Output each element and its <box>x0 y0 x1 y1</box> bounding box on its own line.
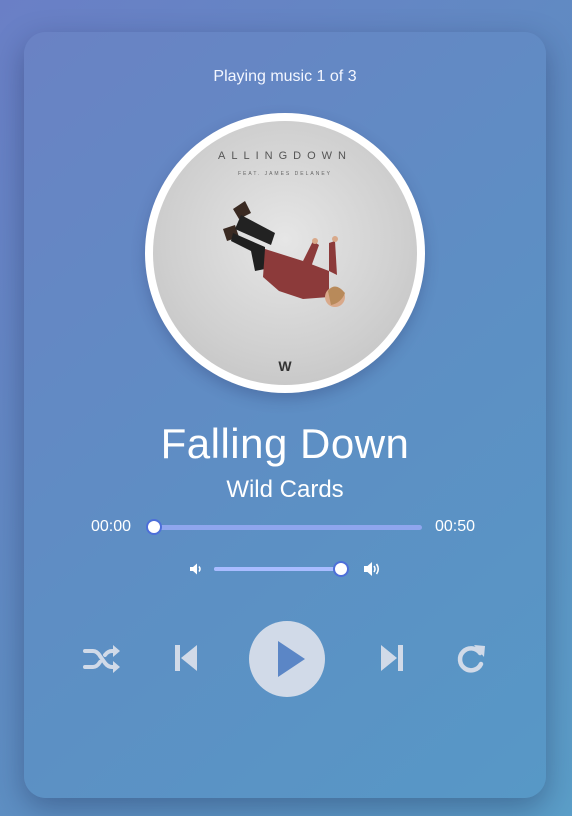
shuffle-icon <box>83 645 120 673</box>
track-duration: 00:50 <box>435 518 476 535</box>
falling-figure-illustration <box>223 201 345 307</box>
track-title: Falling Down <box>160 420 410 467</box>
volume-fill <box>214 567 342 571</box>
volume-low-icon[interactable] <box>188 561 204 577</box>
cover-logo: W <box>278 358 292 374</box>
cover-title-text: ALLINGDOWN <box>218 150 352 162</box>
cover-subtitle-text: FEAT. JAMES DELANEY <box>238 171 332 177</box>
album-cover-frame: ALLINGDOWN FEAT. JAMES DELANEY W <box>145 113 425 393</box>
play-button[interactable] <box>249 621 325 697</box>
volume-high-icon[interactable] <box>362 559 382 579</box>
play-icon <box>278 641 305 677</box>
progress-bar[interactable] <box>148 521 422 533</box>
music-player-card: Playing music 1 of 3 ALLINGDOWN FEAT. JA… <box>24 32 546 798</box>
volume-thumb[interactable] <box>335 563 348 575</box>
progress-thumb[interactable] <box>148 521 160 533</box>
repeat-button[interactable] <box>454 642 488 674</box>
repeat-icon <box>457 645 485 673</box>
album-cover: ALLINGDOWN FEAT. JAMES DELANEY W <box>153 121 417 385</box>
next-track-icon <box>381 645 403 671</box>
track-artist: Wild Cards <box>226 476 344 503</box>
previous-track-button[interactable] <box>172 642 200 674</box>
volume-slider[interactable] <box>214 563 348 575</box>
current-time: 00:00 <box>91 518 132 535</box>
playlist-status: Playing music 1 of 3 <box>213 68 357 85</box>
previous-track-icon <box>175 645 197 671</box>
next-track-button[interactable] <box>378 642 406 674</box>
shuffle-button[interactable] <box>82 643 122 675</box>
